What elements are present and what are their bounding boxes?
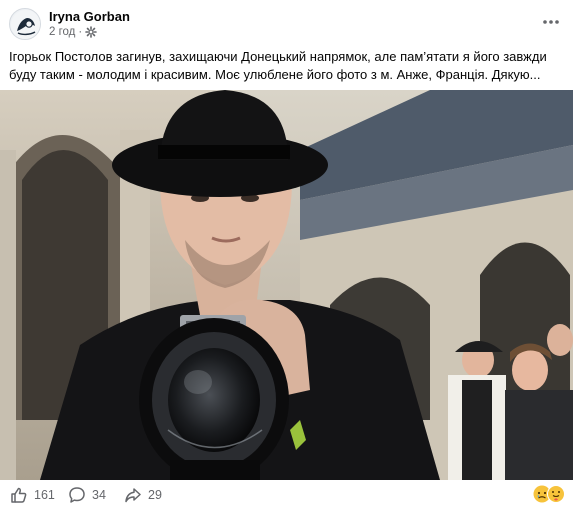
post-card: Iryna Gorban 2 год · Ігорьок Постолов за…: [0, 0, 573, 510]
share-count[interactable]: 29: [124, 486, 162, 504]
post-time[interactable]: 2 год: [49, 26, 75, 38]
comment-count-value: 34: [92, 488, 106, 502]
thumbs-up-icon: [11, 487, 27, 503]
reaction-summary[interactable]: [533, 485, 565, 503]
more-options-button[interactable]: [539, 12, 563, 32]
like-count[interactable]: 161: [10, 486, 55, 504]
ellipsis-icon: [543, 20, 559, 24]
post-photo[interactable]: [0, 90, 573, 480]
speech-bubble-icon: [69, 487, 85, 503]
author-name[interactable]: Iryna Gorban: [49, 9, 130, 24]
comment-count[interactable]: 34: [68, 486, 106, 504]
post-meta: 2 год ·: [49, 26, 98, 38]
post-footer: 161 34 29: [0, 480, 573, 510]
post-header: Iryna Gorban 2 год ·: [9, 8, 563, 42]
share-count-value: 29: [148, 488, 162, 502]
gear-icon[interactable]: [85, 26, 98, 38]
separator-dot: ·: [78, 26, 83, 38]
photo-illustration: [0, 90, 573, 480]
avatar[interactable]: [9, 8, 41, 40]
like-count-value: 161: [34, 488, 55, 502]
avatar-illustration: [11, 10, 40, 39]
care-reaction-icon: [547, 485, 565, 503]
share-arrow-icon: [125, 488, 141, 503]
post-text: Ігорьок Постолов загинув, захищаючи Доне…: [9, 49, 547, 82]
